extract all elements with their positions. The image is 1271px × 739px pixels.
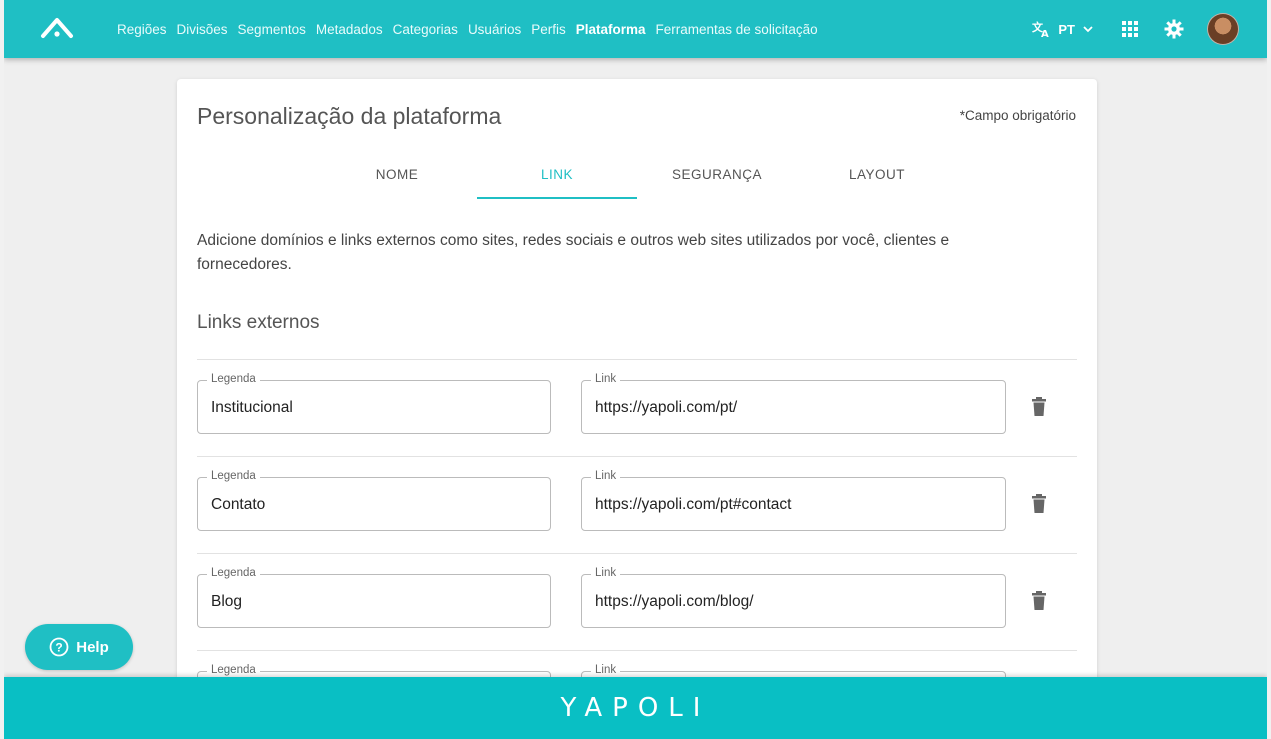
legend-input[interactable] <box>211 575 537 629</box>
tab-nome[interactable]: NOME <box>317 157 477 199</box>
trash-icon[interactable] <box>1030 494 1048 514</box>
svg-text:A: A <box>1041 29 1049 38</box>
nav-item-ferramentas[interactable]: Ferramentas de solicitação <box>656 22 818 37</box>
section-description: Adicione domínios e links externos como … <box>197 232 950 273</box>
page-title: Personalização da plataforma <box>197 103 502 129</box>
nav-item-regioes[interactable]: Regiões <box>117 22 167 37</box>
nav-item-metadados[interactable]: Metadados <box>316 22 383 37</box>
chevron-down-icon <box>1083 25 1093 32</box>
trash-icon[interactable] <box>1030 591 1048 611</box>
language-selector[interactable]: 文 A PT <box>1032 20 1099 38</box>
link-row: Legenda Link <box>197 456 1077 553</box>
link-field: Link <box>581 373 1006 435</box>
footer-brand-logo: YAPOLI <box>560 693 711 723</box>
legend-input[interactable] <box>211 381 537 435</box>
legend-field: Legenda <box>197 567 551 629</box>
link-row: Legenda Link <box>197 553 1077 650</box>
translate-icon: 文 A <box>1032 20 1049 38</box>
help-icon: ? <box>49 637 69 657</box>
nav-item-categorias[interactable]: Categorias <box>393 22 458 37</box>
app-frame: Regiões Divisões Segmentos Metadados Cat… <box>4 0 1267 739</box>
legend-field: Legenda <box>197 373 551 435</box>
link-input[interactable] <box>595 575 992 629</box>
nav-item-plataforma[interactable]: Plataforma <box>576 22 646 37</box>
nav-item-usuarios[interactable]: Usuários <box>468 22 521 37</box>
section-title: Links externos <box>197 312 320 333</box>
nav-item-divisoes[interactable]: Divisões <box>177 22 228 37</box>
link-field: Link <box>581 567 1006 629</box>
main-nav: Regiões Divisões Segmentos Metadados Cat… <box>117 0 818 58</box>
required-field-note: *Campo obrigatório <box>959 108 1076 123</box>
legend-field: Legenda <box>197 470 551 532</box>
legend-input[interactable] <box>211 478 537 532</box>
link-row: Legenda Link <box>197 359 1077 456</box>
gear-icon[interactable] <box>1163 18 1185 40</box>
help-label: Help <box>76 638 109 656</box>
tab-link[interactable]: LINK <box>477 157 637 199</box>
settings-tabs: NOME LINK SEGURANÇA LAYOUT <box>317 157 957 199</box>
tab-seguranca[interactable]: SEGURANÇA <box>637 157 797 199</box>
help-button[interactable]: ? Help <box>25 624 133 670</box>
avatar[interactable] <box>1207 13 1239 45</box>
link-input[interactable] <box>595 381 992 435</box>
tab-layout[interactable]: LAYOUT <box>797 157 957 199</box>
svg-text:?: ? <box>56 641 63 655</box>
apps-grid-icon[interactable] <box>1119 18 1141 40</box>
yapoli-logo-icon[interactable] <box>40 14 74 40</box>
header-tools: 文 A PT <box>1032 0 1239 58</box>
link-field: Link <box>581 470 1006 532</box>
link-input[interactable] <box>595 478 992 532</box>
top-navigation-bar: Regiões Divisões Segmentos Metadados Cat… <box>4 0 1267 58</box>
footer: YAPOLI <box>4 677 1267 739</box>
nav-item-perfis[interactable]: Perfis <box>531 22 566 37</box>
platform-settings-card: Personalização da plataforma *Campo obri… <box>177 79 1097 726</box>
nav-item-segmentos[interactable]: Segmentos <box>238 22 306 37</box>
language-code: PT <box>1058 21 1075 37</box>
trash-icon[interactable] <box>1030 397 1048 417</box>
